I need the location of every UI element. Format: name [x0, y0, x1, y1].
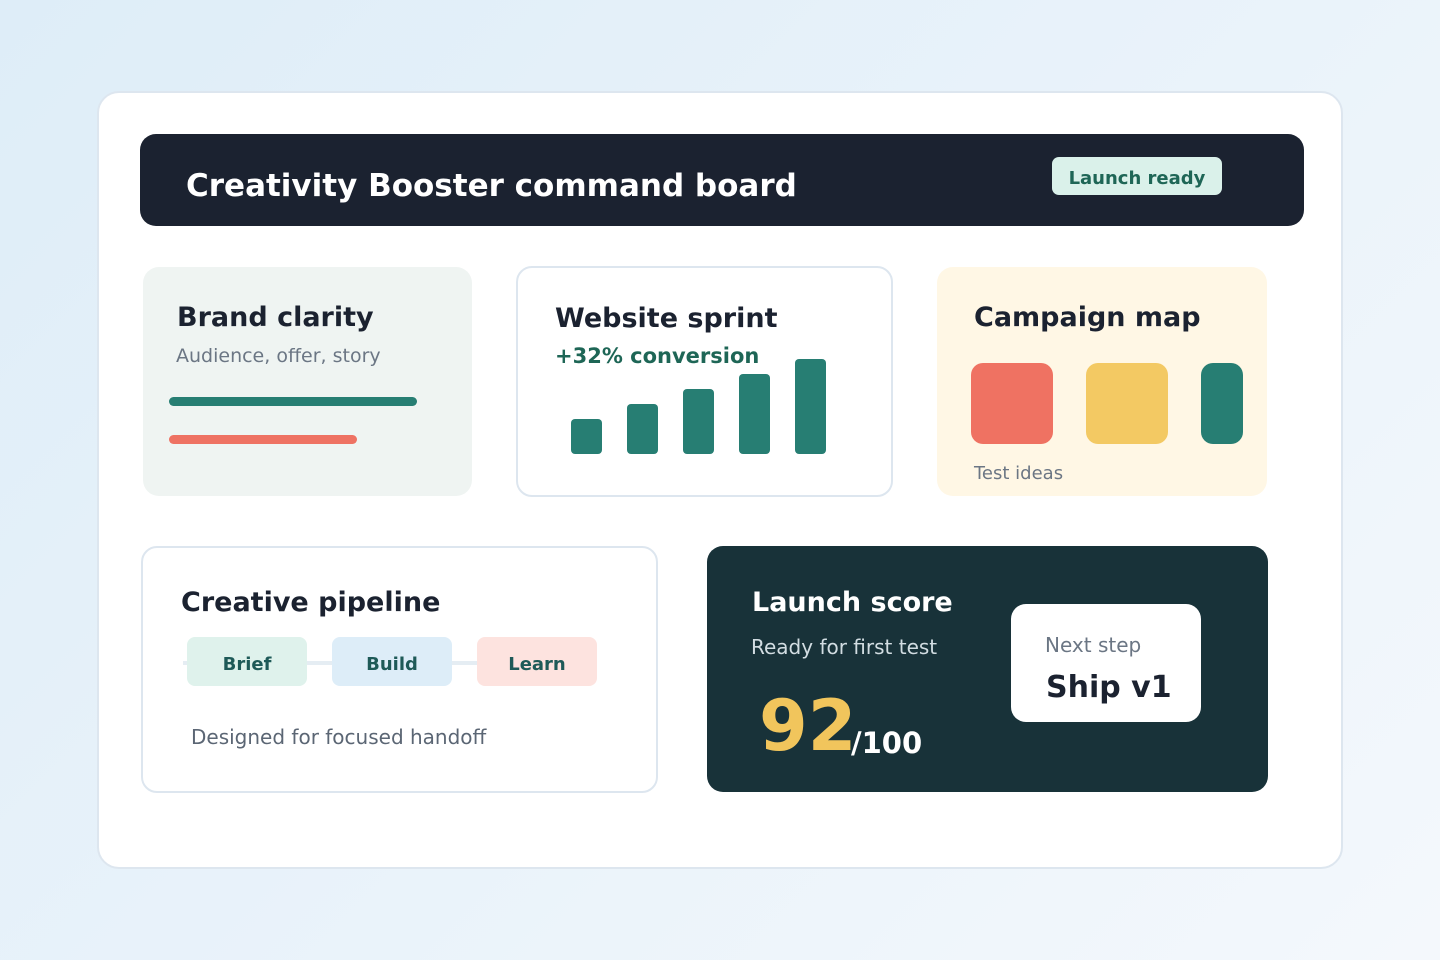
chart-bar-5: [795, 359, 826, 454]
idea-tile-yellow[interactable]: [1086, 363, 1168, 444]
score-subtitle: Ready for first test: [751, 635, 938, 659]
page-title: Creativity Booster command board: [186, 168, 797, 204]
idea-tile-teal[interactable]: [1201, 363, 1243, 444]
website-sprint-card[interactable]: Website sprint +32% conversion: [516, 266, 893, 497]
next-step-label: Next step: [1045, 633, 1142, 657]
chart-bar-2: [627, 404, 658, 454]
card-title: Creative pipeline: [181, 587, 441, 618]
board-header: Creativity Booster command board Launch …: [140, 134, 1304, 226]
card-title: Brand clarity: [177, 302, 374, 333]
command-board: Creativity Booster command board Launch …: [97, 91, 1343, 869]
idea-tile-coral[interactable]: [971, 363, 1053, 444]
status-badge[interactable]: Launch ready: [1052, 157, 1222, 195]
campaign-caption: Test ideas: [974, 463, 1064, 484]
chart-bar-1: [571, 419, 602, 454]
card-subtitle: Audience, offer, story: [176, 345, 381, 367]
next-step-value: Ship v1: [1046, 670, 1172, 705]
pipeline-stage-build[interactable]: Build: [332, 637, 452, 686]
card-title: Campaign map: [974, 302, 1201, 333]
brand-clarity-card[interactable]: Brand clarity Audience, offer, story: [143, 267, 472, 496]
conversion-bar-chart: [571, 359, 826, 454]
campaign-map-card[interactable]: Campaign map Test ideas: [937, 267, 1267, 496]
next-step-panel[interactable]: Next step Ship v1: [1011, 604, 1201, 722]
progress-bar-primary: [169, 397, 417, 406]
card-title: Launch score: [752, 587, 953, 618]
launch-score-card[interactable]: Launch score Ready for first test 92 /10…: [707, 546, 1268, 792]
progress-bar-secondary: [169, 435, 357, 444]
pipeline-stage-learn[interactable]: Learn: [477, 637, 597, 686]
score-max: /100: [851, 726, 923, 760]
pipeline-stage-brief[interactable]: Brief: [187, 637, 307, 686]
creative-pipeline-card[interactable]: Creative pipeline Brief Build Learn Desi…: [141, 546, 658, 793]
chart-bar-4: [739, 374, 770, 454]
chart-bar-3: [683, 389, 714, 454]
pipeline-footer: Designed for focused handoff: [191, 725, 487, 749]
score-value: 92: [759, 685, 857, 767]
